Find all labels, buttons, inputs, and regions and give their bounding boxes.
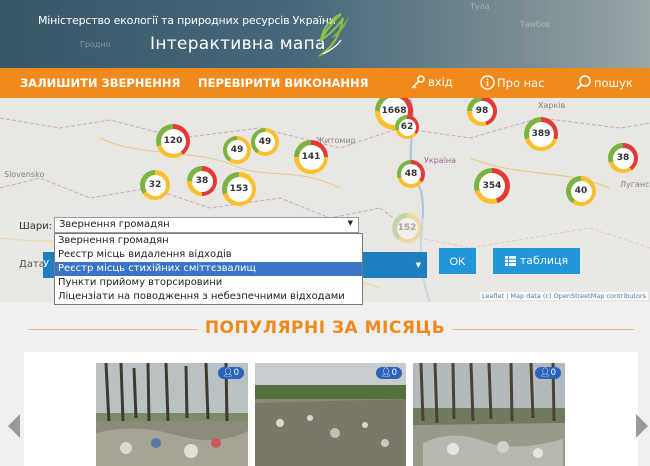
cluster-marker[interactable]: 389 xyxy=(524,117,558,151)
cluster-marker[interactable]: 62 xyxy=(395,115,419,139)
layers-dropdown-list: Звернення громадян Реєстр місць видаленн… xyxy=(54,233,363,305)
user-count-badge: 👤︎0 xyxy=(534,367,561,379)
layers-select[interactable]: Звернення громадян ▼ xyxy=(54,217,359,233)
ministry-name: Міністерство екології та природних ресур… xyxy=(38,14,336,27)
search-label: пошук xyxy=(594,76,633,90)
ok-button[interactable]: OK xyxy=(439,248,476,274)
cluster-marker[interactable]: 49 xyxy=(223,136,251,164)
table-icon xyxy=(504,256,516,266)
table-button-label: таблиця xyxy=(519,254,569,267)
leaf-logo-icon xyxy=(318,13,349,57)
user-count-badge: 👤︎0 xyxy=(375,367,402,379)
user-icon: 👤︎ xyxy=(222,368,234,378)
cluster-marker[interactable]: 38 xyxy=(608,143,638,173)
user-count-badge: 👤︎0 xyxy=(217,367,244,379)
popular-card[interactable]: 👤︎0 xyxy=(413,363,565,466)
table-button[interactable]: таблиця xyxy=(493,248,580,274)
main-nav: ЗАЛИШИТИ ЗВЕРНЕННЯ ПЕРЕВІРИТИ ВИКОНАННЯ … xyxy=(0,68,650,98)
layer-option[interactable]: Ліцензіати на поводження з небезпечними … xyxy=(55,290,362,304)
date-select[interactable]: ▼ xyxy=(363,252,427,278)
layers-selected-value: Звернення громадян xyxy=(59,219,170,230)
user-icon: 👤︎ xyxy=(380,368,392,378)
carousel-next-arrow-icon[interactable] xyxy=(636,414,648,438)
cluster-marker[interactable]: 141 xyxy=(294,140,328,174)
info-icon xyxy=(480,75,495,90)
popular-card[interactable]: 👤︎0 xyxy=(255,363,406,466)
login-link[interactable]: вхід xyxy=(410,75,453,89)
cluster-marker[interactable]: 153 xyxy=(222,172,256,206)
cluster-marker[interactable]: 40 xyxy=(566,176,596,206)
chevron-down-icon: ▼ xyxy=(347,219,353,227)
search-link[interactable]: пошук xyxy=(576,75,633,90)
site-header: Тула Тамбов Гродно Міністерство екології… xyxy=(0,0,650,68)
site-title: Інтерактивна мапа xyxy=(150,34,326,54)
date-select-left[interactable]: У xyxy=(43,252,54,278)
submit-request-link[interactable]: ЗАЛИШИТИ ЗВЕРНЕННЯ xyxy=(20,76,180,90)
about-label: Про нас xyxy=(497,76,545,90)
cluster-marker[interactable]: 48 xyxy=(397,160,425,188)
map-label-ukraina: Україна xyxy=(424,156,457,165)
map-label-kharkiv: Харків xyxy=(538,101,566,110)
popular-section-title: ПОПУЛЯРНІ ЗА МІСЯЦЬ xyxy=(204,318,446,338)
cluster-marker[interactable]: 152 xyxy=(392,213,422,243)
date-label: Дата xyxy=(19,259,45,270)
layer-option[interactable]: Реєстр місць видалення відходів xyxy=(55,248,362,262)
layer-option[interactable]: Пункти прийому вторсировини xyxy=(55,276,362,290)
layers-label: Шари: xyxy=(19,221,53,232)
map-label-luhansk: Луганськ xyxy=(620,180,650,189)
user-icon: 👤︎ xyxy=(539,368,551,378)
cluster-marker[interactable]: 32 xyxy=(140,170,170,200)
check-execution-link[interactable]: ПЕРЕВІРИТИ ВИКОНАННЯ xyxy=(198,76,369,90)
cluster-marker[interactable]: 120 xyxy=(156,124,190,158)
carousel-prev-arrow-icon[interactable] xyxy=(8,414,20,438)
chevron-down-icon: ▼ xyxy=(415,261,421,269)
popular-card[interactable]: 👤︎0 xyxy=(96,363,248,466)
cluster-marker[interactable]: 49 xyxy=(251,128,279,156)
cluster-marker[interactable]: 354 xyxy=(474,168,510,204)
about-link[interactable]: Про нас xyxy=(480,75,545,90)
layer-option[interactable]: Звернення громадян xyxy=(55,234,362,248)
map-attribution[interactable]: Leaflet | Map data (c) OpenStreetMap con… xyxy=(479,292,648,300)
cluster-marker[interactable]: 38 xyxy=(187,166,217,196)
login-label: вхід xyxy=(428,75,453,89)
layer-option-highlighted[interactable]: Реєстр місць стихійних сміттєзвалищ xyxy=(55,262,362,276)
map-label-slovensko: Slovensko xyxy=(4,170,45,179)
search-icon xyxy=(576,75,591,90)
key-icon xyxy=(411,75,425,89)
